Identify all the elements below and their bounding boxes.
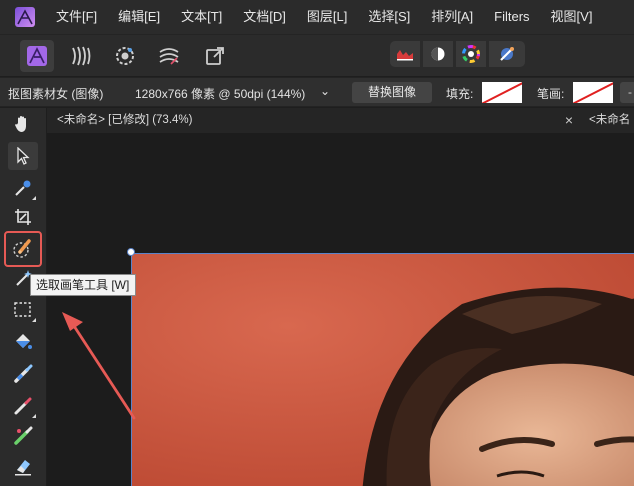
selection-handle[interactable] bbox=[127, 248, 135, 256]
menu-arrange[interactable]: 排列[A] bbox=[425, 0, 488, 34]
tab-document-1[interactable]: <未命名> [已修改] (73.4%) bbox=[57, 108, 192, 133]
tone-mapping-persona-icon[interactable] bbox=[152, 40, 186, 72]
fill-label: 填充: bbox=[446, 87, 474, 101]
eraser-tool-icon[interactable] bbox=[8, 452, 38, 480]
view-tool-hand-icon[interactable] bbox=[8, 110, 38, 138]
menu-bar: 文件[F] 编辑[E] 文本[T] 文档[D] 图层[L] 选择[S] 排列[A… bbox=[0, 0, 634, 34]
chevron-down-icon[interactable]: ⌄ bbox=[320, 84, 330, 98]
canvas-photo-image[interactable] bbox=[131, 253, 634, 486]
crop-tool-icon[interactable] bbox=[8, 203, 38, 231]
marquee-tool-icon[interactable] bbox=[8, 296, 38, 324]
menu-layer[interactable]: 图层[L] bbox=[301, 0, 362, 34]
paint-brush-tool-icon[interactable] bbox=[8, 360, 38, 388]
layer-name-label: 抠图素材女 (图像) bbox=[8, 87, 104, 101]
pixel-brush-tool-icon[interactable] bbox=[8, 392, 38, 420]
tool-tooltip: 选取画笔工具 [W] bbox=[30, 274, 136, 296]
tool-highlight-box bbox=[4, 231, 42, 267]
tool-flyout-indicator-icon bbox=[32, 196, 36, 200]
fill-swatch[interactable] bbox=[482, 82, 522, 103]
stroke-label: 笔画: bbox=[537, 87, 565, 101]
replace-image-button[interactable]: 替换图像 bbox=[352, 82, 432, 103]
brushes-icon[interactable] bbox=[489, 41, 525, 67]
fill-tool-icon[interactable] bbox=[8, 328, 38, 356]
menu-text[interactable]: 文本[T] bbox=[175, 0, 237, 34]
tab-document-2[interactable]: <未命名 bbox=[589, 108, 630, 133]
tool-flyout-indicator-icon bbox=[32, 318, 36, 322]
tools-panel bbox=[0, 108, 46, 486]
stroke-swatch[interactable] bbox=[573, 82, 613, 103]
liquify-persona-icon[interactable] bbox=[64, 40, 98, 72]
menu-select[interactable]: 选择[S] bbox=[362, 0, 425, 34]
menu-filters[interactable]: Filters bbox=[488, 0, 544, 34]
color-picker-tool-icon[interactable] bbox=[8, 174, 38, 202]
menu-document[interactable]: 文档[D] bbox=[237, 0, 301, 34]
photo-persona-icon[interactable] bbox=[20, 40, 54, 72]
canvas-area[interactable] bbox=[47, 133, 634, 486]
menu-edit[interactable]: 编辑[E] bbox=[112, 0, 175, 34]
tool-flyout-indicator-icon bbox=[32, 414, 36, 418]
develop-persona-icon[interactable] bbox=[108, 40, 142, 72]
menu-file[interactable]: 文件[F] bbox=[50, 0, 112, 34]
histogram-icon[interactable] bbox=[390, 41, 420, 67]
context-toolbar: 抠图素材女 (图像) 1280x766 像素 @ 50dpi (144%) ⌄ … bbox=[0, 77, 634, 107]
persona-toolbar bbox=[0, 34, 634, 76]
move-tool-arrow-icon[interactable] bbox=[8, 142, 38, 170]
export-persona-icon[interactable] bbox=[198, 40, 232, 72]
document-tab-bar: <未命名> [已修改] (73.4%) × <未命名 bbox=[47, 108, 634, 133]
color-wheel-icon[interactable] bbox=[456, 41, 486, 67]
healing-brush-tool-icon[interactable] bbox=[8, 422, 38, 450]
menu-view[interactable]: 视图[V] bbox=[545, 0, 608, 34]
close-tab-icon[interactable]: × bbox=[559, 108, 579, 133]
image-dimensions[interactable]: 1280x766 像素 @ 50dpi (144%) bbox=[135, 85, 305, 102]
adjustments-icon[interactable] bbox=[423, 41, 453, 67]
stroke-width-button[interactable]: - bbox=[620, 82, 634, 103]
affinity-photo-logo-icon[interactable] bbox=[0, 0, 50, 34]
